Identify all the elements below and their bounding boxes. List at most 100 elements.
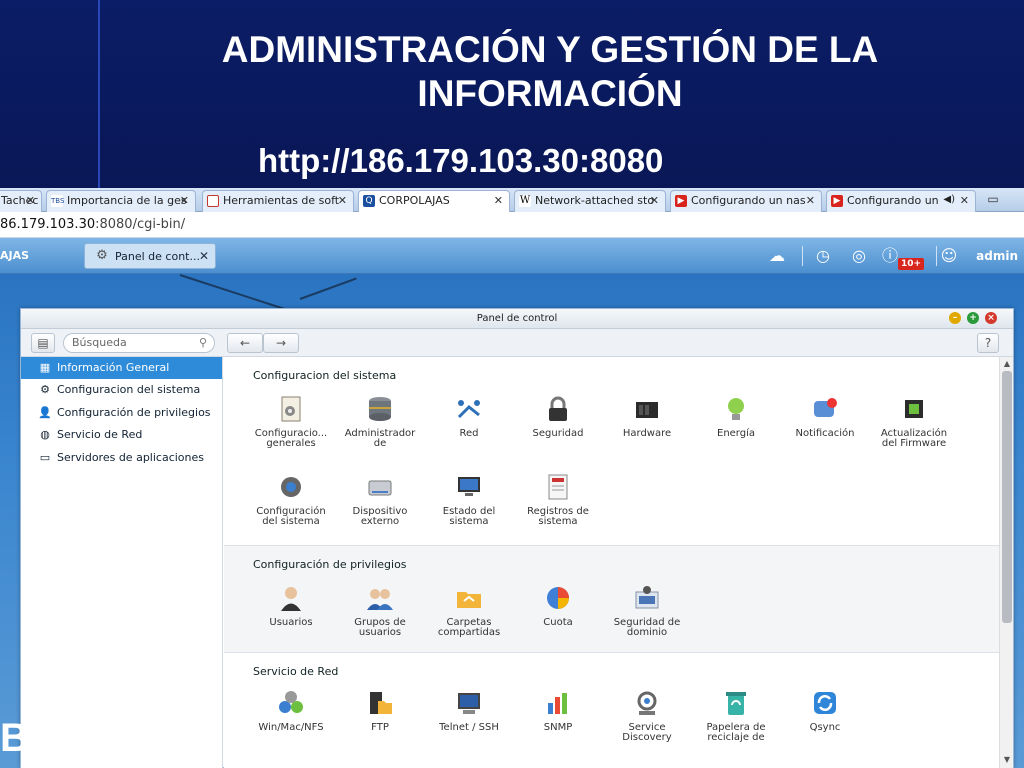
hardware-item[interactable]: Hardware (602, 395, 692, 439)
recycle-bin-item[interactable]: Papelera de reciclaje de (691, 689, 781, 743)
network-item[interactable]: Red (424, 395, 514, 439)
snmp-item[interactable]: SNMP (513, 689, 603, 733)
close-icon[interactable]: ✕ (650, 194, 659, 207)
winmac-icon (279, 691, 303, 713)
new-tab-button[interactable]: ▭ (982, 192, 1004, 208)
firmware-item[interactable]: Actualización del Firmware (869, 395, 959, 449)
tab-label: Network-attached sto (535, 194, 655, 207)
settings-doc-icon (281, 396, 301, 422)
close-icon[interactable]: × (985, 312, 997, 324)
browser-tab[interactable]: Tachec ✕ (0, 190, 42, 212)
sidebar-item-servidores[interactable]: ▭ Servidores de aplicaciones (21, 447, 222, 469)
storage-manager-item[interactable]: Administrador de (335, 395, 425, 449)
domain-security-item[interactable]: Seguridad de dominio (602, 584, 692, 638)
scroll-up-icon[interactable]: ▲ (1002, 359, 1012, 369)
item-label-1: Win/Mac/NFS (258, 722, 324, 733)
shared-folders-item[interactable]: Carpetas compartidas (424, 584, 514, 638)
item-label-1: Energía (717, 428, 755, 439)
item-label-1: Usuarios (269, 617, 313, 628)
sidebar-item-informacion-general[interactable]: ▦ Información General (21, 357, 222, 379)
storage-icon (369, 397, 391, 421)
user-name[interactable]: admin (976, 249, 1018, 263)
item-label-2: usuarios (358, 627, 402, 638)
item-label-1: Seguridad (532, 428, 584, 439)
energy-item[interactable]: Energía (691, 395, 781, 439)
maximize-icon[interactable]: + (967, 312, 979, 324)
close-icon[interactable]: ✕ (960, 194, 969, 207)
item-label-1: Notificación (795, 428, 855, 439)
close-icon[interactable]: ✕ (338, 194, 347, 207)
section-title: Configuración de privilegios (253, 558, 407, 571)
system-logs-item[interactable]: Registros de sistema (513, 473, 603, 527)
bulb-icon (728, 398, 744, 420)
ftp-item[interactable]: FTP (335, 689, 425, 733)
content-area: Configuracion del sistema Configuracio..… (224, 357, 999, 768)
close-icon[interactable]: ✕ (180, 194, 189, 207)
domain-icon (635, 586, 659, 609)
dashboard-icon[interactable]: ◎ (848, 246, 870, 266)
notification-badge: 10+ (898, 258, 925, 270)
browser-tab-active[interactable]: Q CORPOLAJAS ✕ (358, 190, 510, 212)
close-icon[interactable]: ✕ (199, 249, 209, 263)
app-tab-control-panel[interactable]: ⚙ Panel de cont... ✕ (84, 243, 216, 269)
cloud-icon[interactable]: ☁ (766, 246, 788, 266)
slide-divider (98, 0, 100, 188)
slide-edge-mark: B (0, 716, 29, 760)
item-label-2: sistema (449, 516, 489, 527)
view-toggle-icon[interactable]: ▤ (31, 333, 55, 353)
scrollbar-thumb[interactable] (1002, 371, 1012, 623)
sidebar-item-privilegios[interactable]: 👤 Configuración de privilegios (21, 402, 222, 424)
close-icon[interactable]: ✕ (26, 194, 35, 207)
forward-button[interactable]: → (263, 333, 299, 353)
notification-item[interactable]: Notificación (780, 395, 870, 439)
section-title: Servicio de Red (253, 665, 339, 678)
browser-tab[interactable]: ▶ Configurando un ◀) ✕ (826, 190, 976, 212)
address-bar[interactable]: 86.179.103.30:8080/cgi-bin/ (0, 212, 1024, 238)
item-label-1: Red (459, 428, 479, 439)
quota-item[interactable]: Cuota (513, 584, 603, 628)
telnet-ssh-item[interactable]: Telnet / SSH (424, 689, 514, 733)
user-groups-item[interactable]: Grupos de usuarios (335, 584, 425, 638)
security-item[interactable]: Seguridad (513, 395, 603, 439)
scroll-down-icon[interactable]: ▼ (1002, 755, 1012, 765)
minimize-icon[interactable]: – (949, 312, 961, 324)
service-discovery-item[interactable]: Service Discovery (602, 689, 692, 743)
external-device-item[interactable]: Dispositivo externo (335, 473, 425, 527)
app-brand: AJAS (0, 249, 30, 262)
system-config-item[interactable]: Configuración del sistema (246, 473, 336, 527)
browser-tab[interactable]: W Network-attached sto ✕ (514, 190, 666, 212)
network-icon (457, 400, 480, 419)
users-item[interactable]: Usuarios (246, 584, 336, 628)
close-icon[interactable]: ✕ (494, 194, 503, 207)
sidebar-item-label: Servicio de Red (57, 428, 143, 441)
win-mac-nfs-item[interactable]: Win/Mac/NFS (246, 689, 336, 733)
browser-tab[interactable]: ▶ Configurando un nas ✕ (670, 190, 822, 212)
system-status-item[interactable]: Estado del sistema (424, 473, 514, 527)
user-avatar-icon[interactable]: ☺ (938, 246, 960, 266)
item-label-2: del sistema (262, 516, 320, 527)
clock-icon[interactable]: ◷ (812, 246, 834, 266)
user-icon (281, 587, 301, 611)
search-input[interactable]: Búsqueda ⚲ (63, 333, 215, 353)
sidebar-item-label: Información General (57, 361, 170, 374)
content-scrollbar[interactable]: ▲ ▼ (999, 357, 1013, 768)
log-icon (548, 474, 568, 500)
tab-label: Herramientas de soft (223, 194, 340, 207)
back-button[interactable]: ← (227, 333, 263, 353)
ftp-icon (370, 692, 392, 714)
browser-tab[interactable]: TBS Importancia de la ges ✕ (46, 190, 196, 212)
item-label-2: compartidas (437, 627, 501, 638)
sidebar-item-configuracion-sistema[interactable]: ⚙ Configuracion del sistema (21, 379, 222, 401)
browser-tab[interactable]: Herramientas de soft ✕ (202, 190, 354, 212)
lock-icon (549, 396, 567, 421)
close-icon[interactable]: ✕ (806, 194, 815, 207)
slide-url: http://186.179.103.30:8080 (258, 142, 664, 179)
app-bar: AJAS ⚙ Panel de cont... ✕ ☁ ◷ ◎ ⓘ ☺ admi… (0, 238, 1024, 274)
settings-general-item[interactable]: Configuracio... generales (246, 395, 336, 449)
help-button[interactable]: ? (977, 333, 999, 353)
grid-icon: ▦ (39, 361, 51, 374)
sidebar-item-servicio-red[interactable]: ◍ Servicio de Red (21, 424, 222, 446)
window-title: Panel de control (21, 309, 1013, 329)
control-panel-window: Panel de control – + × ▤ Búsqueda ⚲ ← → … (20, 308, 1014, 768)
qsync-item[interactable]: Qsync (780, 689, 870, 733)
